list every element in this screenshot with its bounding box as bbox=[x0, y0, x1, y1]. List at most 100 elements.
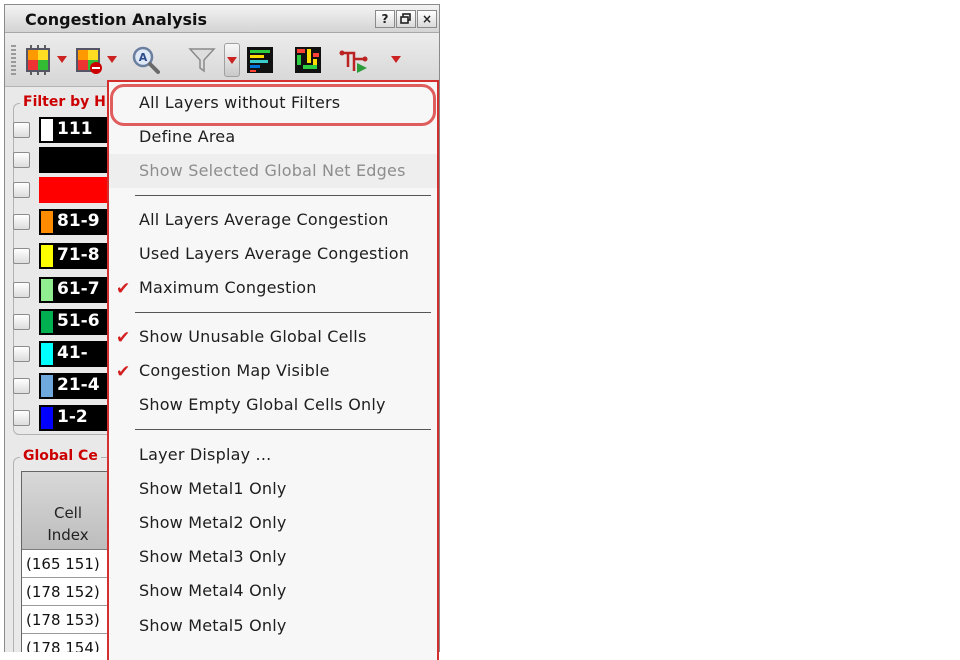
menu-item-label: Show Metal2 Only bbox=[139, 513, 287, 532]
check-icon: ✔ bbox=[116, 362, 131, 382]
menu-item-label: Show Metal5 Only bbox=[139, 616, 287, 635]
header-line: Index bbox=[47, 526, 89, 544]
menu-separator bbox=[135, 195, 431, 196]
header-line: Cell bbox=[53, 504, 83, 522]
menu-item-label: Show Selected Global Net Edges bbox=[139, 161, 406, 180]
panel-title: Congestion Analysis bbox=[25, 10, 208, 29]
filter-checkbox[interactable] bbox=[13, 182, 30, 198]
layout-icon[interactable] bbox=[293, 45, 323, 75]
window-controls: ? × bbox=[375, 10, 437, 28]
menu-item-congestion-map-visible[interactable]: ✔ Congestion Map Visible bbox=[109, 354, 437, 388]
filter-checkbox[interactable] bbox=[13, 410, 30, 426]
filter-checkbox[interactable] bbox=[13, 248, 30, 264]
menu-item-label: Show Unusable Global Cells bbox=[139, 327, 367, 346]
table-row[interactable]: (178 153) bbox=[22, 606, 114, 634]
close-icon[interactable]: × bbox=[417, 10, 437, 28]
range-label: 111 bbox=[57, 119, 93, 139]
menu-item-label: All Layers without Filters bbox=[139, 93, 341, 112]
range-label: 61-7 bbox=[57, 279, 100, 299]
filter-row bbox=[13, 147, 119, 173]
table-header-cell-index[interactable]: Cell Index bbox=[22, 472, 114, 550]
menu-item-show-metal1-only[interactable]: Show Metal1 Only bbox=[109, 472, 437, 506]
check-icon: ✔ bbox=[116, 328, 131, 348]
menu-item-used-layers-average-congestion[interactable]: Used Layers Average Congestion bbox=[109, 237, 437, 271]
help-icon[interactable]: ? bbox=[375, 10, 395, 28]
net-route-icon[interactable] bbox=[339, 45, 369, 75]
menu-item-label: Show Metal3 Only bbox=[139, 547, 287, 566]
menu-item-maximum-congestion[interactable]: ✔ Maximum Congestion bbox=[109, 271, 437, 305]
range-label: 1-2 bbox=[57, 407, 88, 427]
table-row[interactable]: (178 152) bbox=[22, 578, 114, 606]
dropdown-arrow-icon[interactable] bbox=[57, 56, 67, 64]
color-swatch bbox=[41, 311, 53, 333]
filter-checkbox[interactable] bbox=[13, 122, 30, 138]
menu-item-label: Show Empty Global Cells Only bbox=[139, 395, 386, 414]
menu-separator bbox=[135, 429, 431, 430]
menu-item-layer-display[interactable]: Layer Display ... bbox=[109, 438, 437, 472]
color-swatch bbox=[41, 279, 53, 301]
filter-checkbox[interactable] bbox=[13, 214, 30, 230]
menu-item-all-layers-average-congestion[interactable]: All Layers Average Congestion bbox=[109, 203, 437, 237]
filter-checkbox[interactable] bbox=[13, 152, 30, 168]
float-icon[interactable] bbox=[396, 10, 416, 28]
filter-checkbox[interactable] bbox=[13, 282, 30, 298]
menu-item-label: Show Metal1 Only bbox=[139, 479, 287, 498]
global-cells-table: Cell Index (165 151) (178 152) (178 153)… bbox=[21, 471, 115, 652]
color-swatch bbox=[41, 343, 53, 365]
color-swatch bbox=[41, 375, 53, 397]
dropdown-arrow-icon[interactable] bbox=[107, 56, 117, 64]
congestion-map-icon[interactable] bbox=[23, 45, 53, 75]
menu-item-label: All Layers Average Congestion bbox=[139, 210, 389, 229]
menu-item-show-empty-global-cells-only[interactable]: Show Empty Global Cells Only bbox=[109, 388, 437, 422]
svg-text:A: A bbox=[139, 51, 148, 64]
color-swatch bbox=[41, 407, 53, 429]
menu-item-show-metal2-only[interactable]: Show Metal2 Only bbox=[109, 506, 437, 540]
filter-checkbox[interactable] bbox=[13, 346, 30, 362]
filter-row: 21-4 bbox=[13, 373, 119, 399]
menu-item-show-selected-global-net-edges: Show Selected Global Net Edges bbox=[109, 154, 437, 188]
filter-row: 41- bbox=[13, 341, 119, 367]
filter-row: 51-6 bbox=[13, 309, 119, 335]
menu-item-show-metal4-only[interactable]: Show Metal4 Only bbox=[109, 574, 437, 608]
menu-item-all-layers-without-filters[interactable]: All Layers without Filters bbox=[109, 86, 437, 120]
color-swatch bbox=[41, 211, 53, 233]
range-label: 51-6 bbox=[57, 311, 100, 331]
menu-item-define-area[interactable]: Define Area bbox=[109, 120, 437, 154]
menu-item-label: Maximum Congestion bbox=[139, 278, 317, 297]
filter-checkbox[interactable] bbox=[13, 314, 30, 330]
color-swatch bbox=[41, 119, 53, 141]
congestion-map-cross-icon[interactable] bbox=[73, 45, 103, 75]
menu-item-show-metal3-only[interactable]: Show Metal3 Only bbox=[109, 540, 437, 574]
filter-row: 111 bbox=[13, 117, 119, 143]
menu-separator bbox=[135, 312, 431, 313]
panel-titlebar[interactable]: Congestion Analysis ? × bbox=[5, 5, 439, 33]
menu-item-label: Used Layers Average Congestion bbox=[139, 244, 410, 263]
global-cells-group-title: Global Ce bbox=[20, 448, 101, 464]
table-row[interactable]: (165 151) bbox=[22, 550, 114, 578]
menu-item-label: Layer Display ... bbox=[139, 445, 272, 464]
zoom-icon[interactable]: A bbox=[131, 45, 161, 75]
filter-row bbox=[13, 177, 119, 203]
filter-dropdown-menu: All Layers without Filters Define Area S… bbox=[107, 80, 439, 660]
histogram-icon[interactable] bbox=[245, 45, 275, 75]
menu-item-show-metal5-only[interactable]: Show Metal5 Only bbox=[109, 609, 437, 643]
menu-item-label: Show Metal4 Only bbox=[139, 581, 287, 600]
filter-row: 1-2 bbox=[13, 405, 119, 431]
range-label: 71-8 bbox=[57, 245, 100, 265]
toolbar-grip[interactable] bbox=[11, 45, 16, 75]
range-label: 41- bbox=[57, 343, 88, 363]
toolbar: A bbox=[5, 33, 439, 87]
dropdown-arrow-icon bbox=[227, 57, 237, 64]
range-label: 81-9 bbox=[57, 211, 100, 231]
check-icon: ✔ bbox=[116, 279, 131, 299]
table-row[interactable]: (178 154) bbox=[22, 634, 114, 652]
dropdown-arrow-icon[interactable] bbox=[391, 56, 401, 64]
filter-checkbox[interactable] bbox=[13, 378, 30, 394]
filter-icon[interactable] bbox=[187, 45, 217, 75]
filter-group-title: Filter by H bbox=[20, 94, 109, 110]
filter-row: 61-7 bbox=[13, 277, 119, 303]
menu-item-show-unusable-global-cells[interactable]: ✔ Show Unusable Global Cells bbox=[109, 320, 437, 354]
filter-dropdown-button[interactable] bbox=[224, 43, 240, 77]
range-label: 21-4 bbox=[57, 375, 100, 395]
menu-item-label: Congestion Map Visible bbox=[139, 361, 330, 380]
